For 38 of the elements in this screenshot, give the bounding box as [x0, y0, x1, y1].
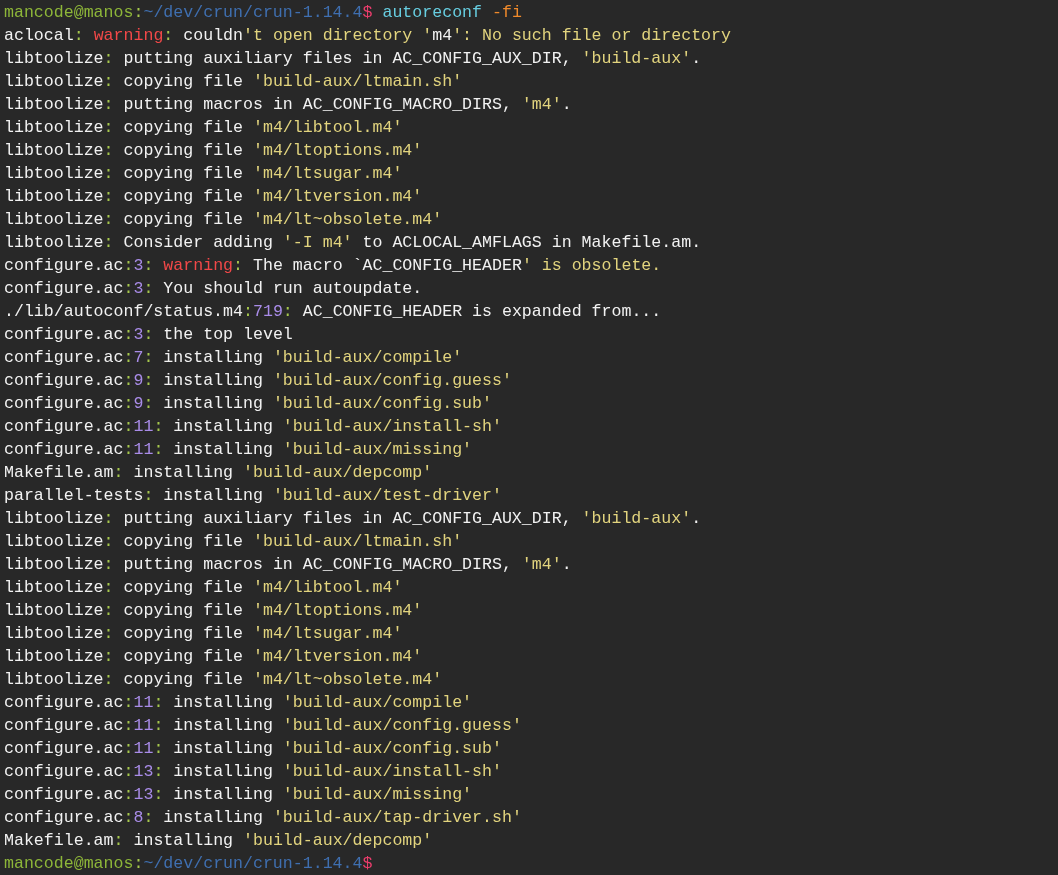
terminal-line: configure.ac:11: installing 'build-aux/compile' [4, 692, 473, 714]
terminal-line: Makefile.am: installing 'build-aux/depcomp' [4, 462, 433, 484]
terminal-line: mancode@manos:~/dev/crun/crun-1.14.4$ [4, 853, 373, 875]
terminal-line: parallel-tests: installing 'build-aux/test-driver' [4, 485, 502, 507]
terminal-line: libtoolize: copying file 'm4/libtool.m4' [4, 577, 403, 599]
terminal-line: libtoolize: copying file 'build-aux/ltmain.sh' [4, 531, 463, 553]
terminal-line: libtoolize: copying file 'm4/lt~obsolete.m4' [4, 209, 443, 231]
terminal-line: configure.ac:3: the top level [4, 324, 293, 346]
terminal-line: configure.ac:11: installing 'build-aux/config.guess' [4, 715, 522, 737]
terminal-line: libtoolize: putting macros in AC_CONFIG_MACRO_DIRS, 'm4'. [4, 94, 572, 116]
terminal-line: libtoolize: copying file 'build-aux/ltmain.sh' [4, 71, 463, 93]
terminal-line: configure.ac:11: installing 'build-aux/missing' [4, 439, 473, 461]
terminal-line: libtoolize: putting macros in AC_CONFIG_MACRO_DIRS, 'm4'. [4, 554, 572, 576]
terminal-line: libtoolize: putting auxiliary files in AC_CONFIG_AUX_DIR, 'build-aux'. [4, 48, 702, 70]
terminal-line: mancode@manos:~/dev/crun/crun-1.14.4$ autoreconf -fi [4, 2, 522, 24]
terminal-line: libtoolize: copying file 'm4/ltsugar.m4' [4, 623, 403, 645]
terminal-line: configure.ac:9: installing 'build-aux/config.sub' [4, 393, 492, 415]
terminal-line: libtoolize: copying file 'm4/ltsugar.m4' [4, 163, 403, 185]
terminal-line: configure.ac:3: warning: The macro `AC_CONFIG_HEADER' is obsolete. [4, 255, 662, 277]
terminal-line: libtoolize: Consider adding '-I m4' to ACLOCAL_AMFLAGS in Makefile.am. [4, 232, 702, 254]
terminal-line: configure.ac:11: installing 'build-aux/install-sh' [4, 416, 502, 438]
terminal-line: aclocal: warning: couldn't open directory 'm4': No such file or directory [4, 25, 731, 47]
terminal-line: configure.ac:8: installing 'build-aux/tap-driver.sh' [4, 807, 522, 829]
terminal-line: configure.ac:7: installing 'build-aux/compile' [4, 347, 463, 369]
terminal-line: libtoolize: copying file 'm4/ltversion.m4' [4, 646, 423, 668]
terminal-line: configure.ac:11: installing 'build-aux/config.sub' [4, 738, 502, 760]
terminal-line: libtoolize: copying file 'm4/lt~obsolete.m4' [4, 669, 443, 691]
terminal-line: libtoolize: copying file 'm4/ltversion.m4' [4, 186, 423, 208]
terminal-line: configure.ac:9: installing 'build-aux/config.guess' [4, 370, 512, 392]
terminal-line: ./lib/autoconf/status.m4:719: AC_CONFIG_HEADER is expanded from... [4, 301, 662, 323]
terminal-line: libtoolize: copying file 'm4/libtool.m4' [4, 117, 403, 139]
terminal-line: Makefile.am: installing 'build-aux/depcomp' [4, 830, 433, 852]
terminal-line: configure.ac:3: You should run autoupdate. [4, 278, 423, 300]
terminal-line: configure.ac:13: installing 'build-aux/missing' [4, 784, 473, 806]
terminal-line: libtoolize: copying file 'm4/ltoptions.m4' [4, 140, 423, 162]
terminal-line: libtoolize: putting auxiliary files in AC_CONFIG_AUX_DIR, 'build-aux'. [4, 508, 702, 530]
terminal-line: configure.ac:13: installing 'build-aux/install-sh' [4, 761, 502, 783]
terminal-line: libtoolize: copying file 'm4/ltoptions.m4' [4, 600, 423, 622]
